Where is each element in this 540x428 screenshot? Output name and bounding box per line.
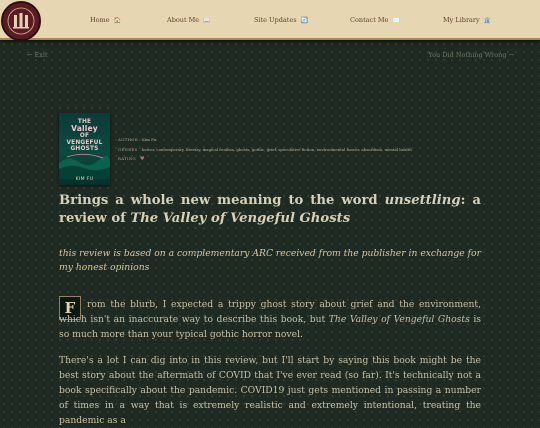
book-icon: 📖 xyxy=(203,17,211,24)
cover-art-icon xyxy=(59,153,110,179)
nav-item-contact-me[interactable]: Contact Me ✉️ xyxy=(350,16,400,24)
cover-author: KIM FU xyxy=(75,177,94,182)
body-paragraph: There's a lot I can dig into in this rev… xyxy=(59,355,481,426)
nav-item-label: Contact Me xyxy=(350,16,389,24)
top-navigation-bar: Home 🏠 About Me 📖 Site Updates 🔄 Contact… xyxy=(0,0,540,40)
library-icon: 🏛️ xyxy=(483,17,492,24)
nav-item-label: My Library xyxy=(443,16,480,24)
envelope-icon: ✉️ xyxy=(392,17,400,24)
exit-link[interactable]: ← Exit xyxy=(27,51,48,59)
nav-item-label: Site Updates xyxy=(254,16,297,24)
title-emphasis: unsettling xyxy=(384,193,461,208)
nav-item-label: About Me xyxy=(167,16,200,24)
refresh-icon: 🔄 xyxy=(300,17,309,24)
author-label: AUTHOR xyxy=(118,137,138,142)
arc-disclaimer: this review is based on a complementary … xyxy=(59,248,481,273)
author-value: Kim Fu xyxy=(142,137,157,142)
genres-label: GENRES xyxy=(118,147,138,152)
house-icon: 🏠 xyxy=(113,17,122,24)
rating-label: RATING xyxy=(118,156,136,161)
nav-item-about-me[interactable]: About Me 📖 xyxy=(167,16,211,24)
title-book-name: The Valley of Vengeful Ghosts xyxy=(130,211,351,226)
cover-title-line: Valley xyxy=(71,124,98,134)
cover-title: THE Valley OF VENGEFUL GHOSTS xyxy=(59,119,110,153)
site-logo[interactable] xyxy=(1,1,41,41)
book-cover: THE Valley OF VENGEFUL GHOSTS KIM FU xyxy=(59,113,110,185)
logo-emblem-icon xyxy=(7,7,35,35)
book-rating-row: RATING ♥ xyxy=(118,156,144,162)
post-title: Brings a whole new meaning to the word u… xyxy=(59,192,481,228)
heart-icon: ♥ xyxy=(139,156,145,162)
genres-value: horror, contemporary, literary, magical … xyxy=(141,147,412,152)
book-author-row: AUTHOR Kim Fu xyxy=(118,137,156,142)
next-post-link[interactable]: You Did Nothing Wrong → xyxy=(428,51,514,59)
main-nav: Home 🏠 About Me 📖 Site Updates 🔄 Contact… xyxy=(0,0,540,38)
paragraph-book-name: The Valley of Vengeful Ghosts xyxy=(328,314,470,325)
nav-item-my-library[interactable]: My Library 🏛️ xyxy=(443,16,491,24)
title-part: Brings a whole new meaning to the word xyxy=(59,193,385,208)
nav-item-home[interactable]: Home 🏠 xyxy=(90,16,121,24)
book-genres-row: GENRES horror, contemporary, literary, ma… xyxy=(118,147,412,152)
nav-item-site-updates[interactable]: Site Updates 🔄 xyxy=(254,16,308,24)
body-paragraph: rom the blurb, I expected a trippy ghost… xyxy=(59,297,481,342)
nav-item-label: Home xyxy=(90,16,110,24)
